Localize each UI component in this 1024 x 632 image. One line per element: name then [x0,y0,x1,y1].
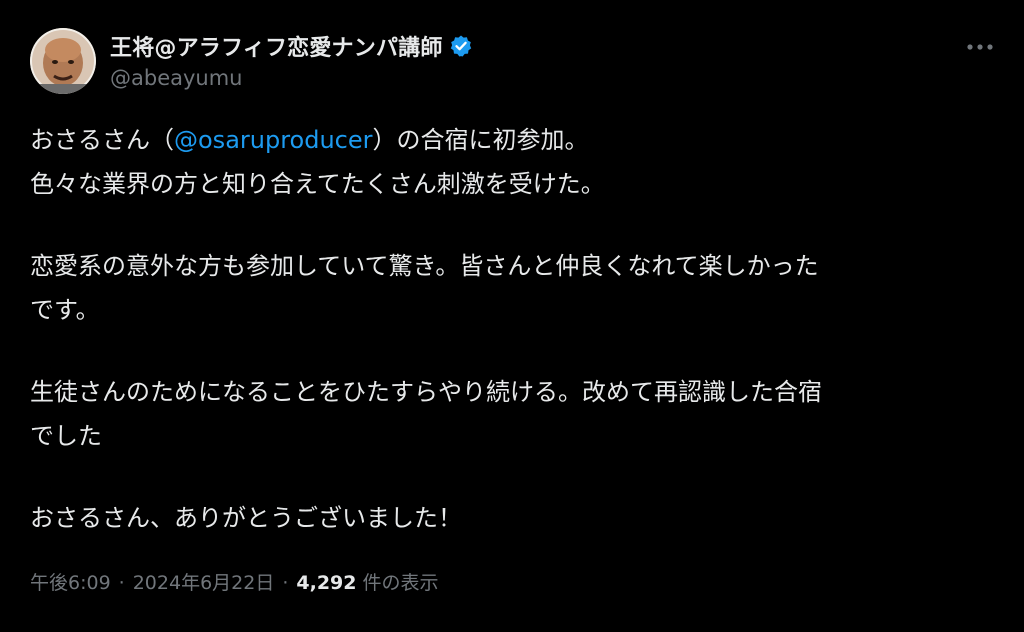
tweet-line-4: です。 [30,296,100,324]
tweet-timestamp[interactable]: 午後6:09 [30,568,111,595]
view-count[interactable]: 4,292 [296,572,356,594]
avatar[interactable] [30,28,96,94]
tweet-line-5: 生徒さんのためになることをひたすらやり続ける。改めて再認識した合宿 [30,378,822,406]
more-options-icon[interactable] [960,34,1000,60]
author-handle[interactable]: @abeayumu [110,66,243,90]
tweet-date[interactable]: 2024年6月22日 [133,568,275,595]
tweet-text: おさるさん（@osaruproducer）の合宿に初参加。 色々な業界の方と知り… [30,118,1000,540]
tweet-line-7: おさるさん、ありがとうございました！ [30,504,462,532]
tweet-text-segment: おさるさん（ [30,126,174,154]
author-display-name[interactable]: 王将@アラフィフ恋愛ナンパ講師 [110,30,443,62]
tweet-line-6: でした [30,422,102,450]
author-name-row: 王将@アラフィフ恋愛ナンパ講師 [110,30,473,62]
tweet-line-3: 恋愛系の意外な方も参加していて驚き。皆さんと仲良くなれて楽しかった [30,252,819,280]
avatar-image [30,28,96,94]
tweet-line-2: 色々な業界の方と知り合えてたくさん刺激を受けた。 [30,170,605,198]
tweet-line-1: おさるさん（@osaruproducer）の合宿に初参加。 [30,118,1000,162]
tweet-text-segment: ）の合宿に初参加。 [372,126,589,154]
tweet-meta: 午後6:09 · 2024年6月22日 · 4,292 件の表示 [30,568,439,595]
mention-link[interactable]: @osaruproducer [174,126,373,154]
tweet-card: 王将@アラフィフ恋愛ナンパ講師 @abeayumu おさるさん（@osarupr… [0,0,1024,632]
view-count-label: 件の表示 [362,572,439,594]
meta-separator: · [282,572,289,594]
verified-badge-icon [449,34,473,58]
meta-separator: · [118,572,125,594]
